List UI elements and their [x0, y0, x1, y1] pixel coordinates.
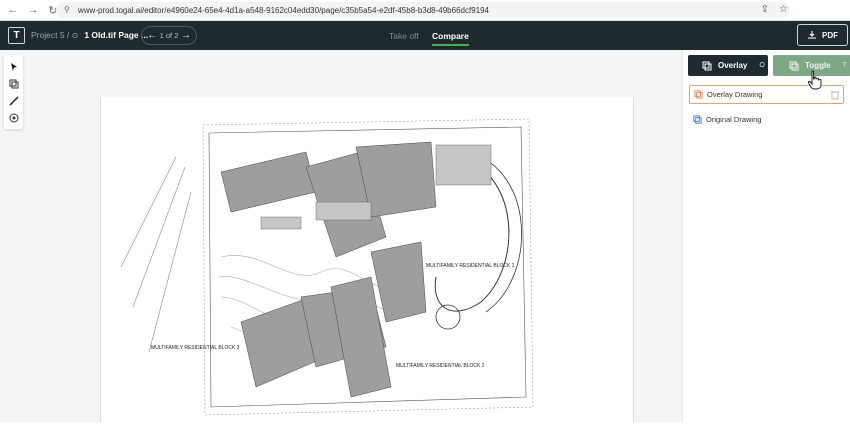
- toggle-label: Toggle: [805, 61, 831, 70]
- check-circle-icon: ⊙: [71, 31, 79, 40]
- hand-cursor-icon: [807, 70, 822, 90]
- app-header: T Project 5 / ⊙ 1 Old.tif Page ... ← 1 of…: [0, 21, 850, 50]
- left-toolbar: [4, 55, 23, 129]
- breadcrumb-project[interactable]: Project 5 /: [31, 30, 72, 40]
- breadcrumb: Project 5 / ⊙ 1 Old.tif Page ...: [31, 30, 148, 40]
- layer-original-drawing[interactable]: Original Drawing: [689, 110, 844, 129]
- site-plan-drawing: MULTIFAMILY RESIDENTIAL BLOCK 1 MULTIFAM…: [120, 118, 534, 416]
- ai-icon[interactable]: [8, 112, 20, 124]
- prev-page-icon[interactable]: ←: [147, 30, 157, 41]
- original-layer-icon: [693, 115, 702, 124]
- layer-label: Overlay Drawing: [707, 90, 763, 99]
- next-page-icon[interactable]: →: [181, 30, 191, 41]
- pointer-icon[interactable]: [8, 61, 20, 73]
- ruler-icon[interactable]: [8, 95, 20, 107]
- trash-icon[interactable]: [831, 90, 839, 100]
- overlay-shortcut: O: [759, 62, 765, 69]
- logo-letter: T: [13, 30, 20, 41]
- pdf-label: PDF: [822, 30, 838, 40]
- block1-label: MULTIFAMILY RESIDENTIAL BLOCK 1: [426, 263, 515, 269]
- overlay-label: Overlay: [718, 61, 748, 70]
- forward-icon[interactable]: →: [26, 3, 40, 17]
- page-pager: ← 1 of 2 →: [141, 26, 197, 45]
- share-icon[interactable]: ⇪: [761, 4, 769, 15]
- back-icon[interactable]: ←: [6, 3, 20, 17]
- tab-compare[interactable]: Compare: [432, 31, 469, 46]
- address-bar-actions: ⇪ ☆: [761, 4, 788, 15]
- block3-label: MULTIFAMILY RESIDENTIAL BLOCK 3: [151, 345, 240, 351]
- toggle-shortcut: T: [842, 62, 847, 69]
- block2-label: MULTIFAMILY RESIDENTIAL BLOCK 2: [396, 363, 485, 369]
- layers-icon[interactable]: [8, 78, 20, 90]
- overlay-layer-icon: [694, 90, 703, 99]
- compare-panel: Overlay O Toggle T Overlay Drawing Origi…: [682, 50, 850, 422]
- overlay-icon: [702, 61, 712, 70]
- togal-logo-icon[interactable]: T: [8, 27, 25, 44]
- browser-bar: ← → ↻ ⚲ www-prod.togal.ai/editor/e4960e2…: [0, 0, 850, 21]
- overlay-button[interactable]: Overlay O: [688, 55, 768, 76]
- lock-icon: ⚲: [64, 5, 70, 14]
- address-bar[interactable]: ⚲ www-prod.togal.ai/editor/e4960e24-65e4…: [56, 2, 790, 18]
- star-icon[interactable]: ☆: [779, 4, 788, 15]
- breadcrumb-file[interactable]: 1 Old.tif Page ...: [84, 30, 148, 40]
- download-icon: [808, 31, 816, 39]
- pdf-download-button[interactable]: PDF: [797, 24, 848, 46]
- tab-takeoff[interactable]: Take off: [389, 31, 419, 41]
- toggle-icon: [789, 61, 799, 70]
- drawing-sheet[interactable]: MULTIFAMILY RESIDENTIAL BLOCK 1 MULTIFAM…: [100, 97, 634, 422]
- pager-text: 1 of 2: [159, 31, 179, 40]
- url-text: www-prod.togal.ai/editor/e4960e24-65e4-4…: [78, 5, 489, 15]
- layer-label: Original Drawing: [706, 115, 762, 124]
